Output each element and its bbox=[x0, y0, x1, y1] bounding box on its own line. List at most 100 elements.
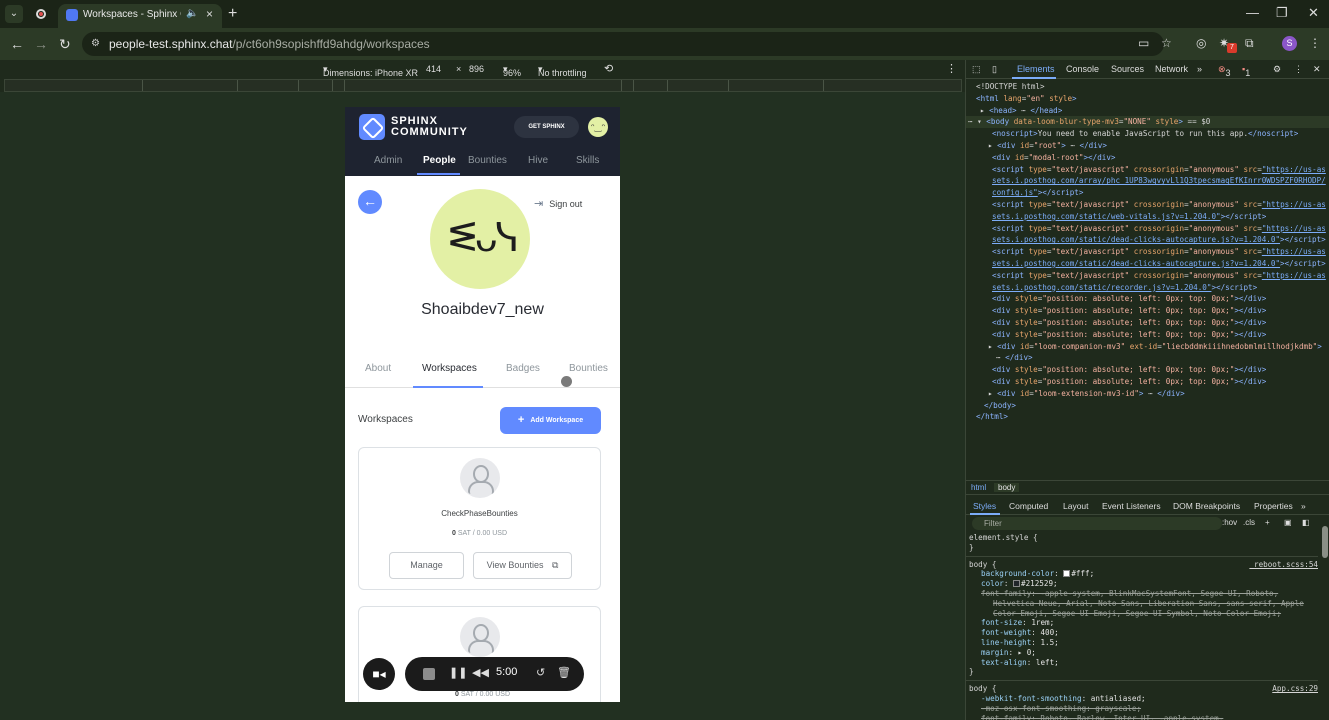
new-tab-icon[interactable]: + bbox=[228, 5, 237, 23]
tab-properties[interactable]: Properties bbox=[1254, 501, 1293, 511]
view-bounties-button[interactable]: View Bounties ⧉ bbox=[473, 552, 572, 579]
zoom-select[interactable]: 96% ▾ bbox=[503, 64, 521, 78]
sign-out-button[interactable]: ⇥ Sign out bbox=[534, 197, 582, 210]
tab-sources[interactable]: Sources bbox=[1111, 64, 1144, 74]
crumb-html[interactable]: html bbox=[971, 483, 986, 492]
device-menu-icon[interactable]: ⋮ bbox=[946, 62, 957, 75]
browser-tab-active[interactable]: Workspaces - Sphinx Comm 🔈 × bbox=[58, 4, 222, 28]
get-sphinx-button[interactable]: GET SPHINX bbox=[514, 116, 579, 138]
device-toggle-icon[interactable]: ▯ bbox=[992, 64, 997, 75]
recording-indicator-icon[interactable] bbox=[36, 9, 46, 19]
add-workspace-button[interactable]: + Add Workspace bbox=[500, 407, 601, 434]
device-dimensions-select[interactable]: Dimensions: iPhone XR ▾ bbox=[323, 64, 418, 78]
inspect-element-icon[interactable]: ⬚ bbox=[972, 64, 981, 75]
tab-layout[interactable]: Layout bbox=[1063, 501, 1089, 511]
url-text[interactable]: people-test.sphinx.chat/p/ct6oh9sopishff… bbox=[109, 37, 430, 51]
tab-event-listeners[interactable]: Event Listeners bbox=[1102, 501, 1161, 511]
extension-circle-icon[interactable]: ◎ bbox=[1196, 36, 1206, 50]
sphinx-logo-icon[interactable] bbox=[359, 114, 385, 140]
address-toolbar: ← → ↻ ⚙ people-test.sphinx.chat/p/ct6oh9… bbox=[0, 28, 1329, 60]
back-icon[interactable]: ← bbox=[10, 36, 24, 52]
styles-tab-indicator bbox=[970, 513, 1000, 515]
reload-icon[interactable]: ↻ bbox=[59, 36, 71, 53]
tab-badges[interactable]: Badges bbox=[506, 363, 540, 374]
new-rule-icon[interactable]: + bbox=[1265, 518, 1270, 527]
workspace-card[interactable]: CheckPhaseBounties 0 SAT / 0.00 USD Mana… bbox=[358, 447, 601, 590]
dimension-times: × bbox=[456, 64, 462, 74]
external-link-icon: ⧉ bbox=[551, 560, 559, 570]
tab-search-dropdown-icon[interactable]: ⌄ bbox=[5, 5, 23, 23]
error-count[interactable]: ⊗ 3 bbox=[1218, 64, 1231, 78]
tab-workspaces[interactable]: Workspaces bbox=[422, 363, 477, 374]
device-width-input[interactable]: 414 bbox=[426, 64, 441, 74]
warning-count[interactable]: ▪ 1 bbox=[1242, 64, 1250, 78]
header-avatar[interactable]: ᵔ‿ᵔ bbox=[588, 117, 608, 137]
devtools-close-icon[interactable]: ✕ bbox=[1313, 64, 1321, 75]
nav-people[interactable]: People bbox=[423, 155, 456, 166]
back-button[interactable]: ← bbox=[358, 190, 382, 214]
camera-icon[interactable]: ■◂ bbox=[363, 658, 395, 690]
cast-icon[interactable]: ▭ bbox=[1138, 36, 1149, 50]
avatar-face-icon: ᓬᴗᓭ bbox=[448, 216, 520, 260]
emulated-phone-page: SPHINX COMMUNITY GET SPHINX ᵔ‿ᵔ Admin Peo… bbox=[345, 107, 620, 702]
nav-bounties[interactable]: Bounties bbox=[468, 155, 507, 166]
bookmark-star-icon[interactable]: ☆ bbox=[1161, 36, 1172, 50]
crumb-body[interactable]: body bbox=[994, 483, 1020, 492]
extensions-puzzle-icon[interactable]: ⧉ bbox=[1245, 36, 1254, 51]
tab-computed[interactable]: Computed bbox=[1009, 501, 1048, 511]
restore-icon[interactable]: ❐ bbox=[1276, 5, 1288, 21]
forward-icon[interactable]: → bbox=[34, 36, 48, 52]
profile-username: Shoaibdev7_new bbox=[421, 301, 544, 318]
styles-tabs: Styles Computed Layout Event Listeners D… bbox=[966, 497, 1329, 515]
hov-toggle[interactable]: :hov bbox=[1222, 518, 1237, 527]
styles-scrollbar[interactable] bbox=[1322, 526, 1328, 558]
tab-network[interactable]: Network bbox=[1155, 64, 1188, 74]
close-window-icon[interactable]: ✕ bbox=[1308, 5, 1319, 21]
workspaces-heading: Workspaces bbox=[358, 414, 413, 425]
pause-icon[interactable]: ❚❚ bbox=[449, 666, 467, 679]
more-style-tabs-icon[interactable]: » bbox=[1301, 501, 1306, 511]
css-rules[interactable]: element.style { } body {_reboot.scss:54 … bbox=[966, 533, 1318, 720]
tab-dom-breakpoints[interactable]: DOM Breakpoints bbox=[1173, 501, 1240, 511]
manage-button[interactable]: Manage bbox=[389, 552, 464, 579]
tab-elements[interactable]: Elements bbox=[1017, 64, 1055, 74]
tab-styles[interactable]: Styles bbox=[973, 501, 996, 511]
computed-toggle-icon[interactable]: ▣ bbox=[1284, 518, 1292, 527]
tab-bounties[interactable]: Bounties bbox=[569, 363, 608, 374]
tab-console[interactable]: Console bbox=[1066, 64, 1099, 74]
browser-tab-bar: ⌄ Workspaces - Sphinx Comm 🔈 × + — ❐ ✕ bbox=[0, 0, 1329, 28]
dom-tree[interactable]: <!DOCTYPE html> <html lang="en" style> ▸… bbox=[966, 81, 1329, 480]
rewind-icon[interactable]: ◀◀ bbox=[472, 666, 489, 679]
rotate-icon[interactable]: ⟲ bbox=[604, 62, 613, 75]
workspace-budget: 0 SAT / 0.00 USD bbox=[454, 691, 511, 698]
sidebar-toggle-icon[interactable]: ◧ bbox=[1302, 518, 1310, 527]
tab-close-icon[interactable]: × bbox=[206, 7, 213, 21]
logo-text[interactable]: SPHINX COMMUNITY bbox=[391, 116, 468, 138]
cls-toggle[interactable]: .cls bbox=[1243, 518, 1255, 527]
restart-icon[interactable]: ↺ bbox=[536, 666, 545, 679]
url-bar[interactable]: ⚙ people-test.sphinx.chat/p/ct6oh9sopish… bbox=[82, 32, 1164, 56]
nav-admin[interactable]: Admin bbox=[374, 155, 402, 166]
minimize-icon[interactable]: — bbox=[1246, 5, 1259, 20]
more-tabs-icon[interactable]: » bbox=[1197, 64, 1202, 74]
site-info-icon[interactable]: ⚙ bbox=[91, 38, 103, 50]
tab-audio-icon[interactable]: 🔈 bbox=[186, 8, 198, 19]
tab-title: Workspaces - Sphinx Comm bbox=[83, 9, 181, 20]
throttle-select[interactable]: No throttling ▾ bbox=[538, 64, 587, 78]
media-query-ruler[interactable] bbox=[4, 79, 962, 92]
browser-menu-icon[interactable]: ⋮ bbox=[1309, 36, 1321, 50]
trash-icon[interactable]: 🗑 bbox=[557, 666, 571, 679]
recorder-timer: 5:00 bbox=[496, 666, 518, 678]
devtools-menu-icon[interactable]: ⋮ bbox=[1294, 64, 1303, 75]
nav-hive[interactable]: Hive bbox=[528, 155, 548, 166]
settings-gear-icon[interactable]: ⚙ bbox=[1273, 64, 1281, 75]
device-height-input[interactable]: 896 bbox=[469, 64, 484, 74]
profile-avatar[interactable]: S bbox=[1282, 36, 1297, 51]
stop-icon[interactable] bbox=[423, 668, 435, 680]
dom-breadcrumbs: html body bbox=[966, 480, 1329, 495]
profile-tabs: About Workspaces Badges Bounties bbox=[345, 358, 620, 388]
styles-filter-input[interactable]: Filter bbox=[972, 517, 1222, 530]
recorder-controls: ❚❚ ◀◀ 5:00 ↺ 🗑 bbox=[405, 657, 584, 691]
nav-skills[interactable]: Skills bbox=[576, 155, 599, 166]
tab-about[interactable]: About bbox=[365, 363, 391, 374]
